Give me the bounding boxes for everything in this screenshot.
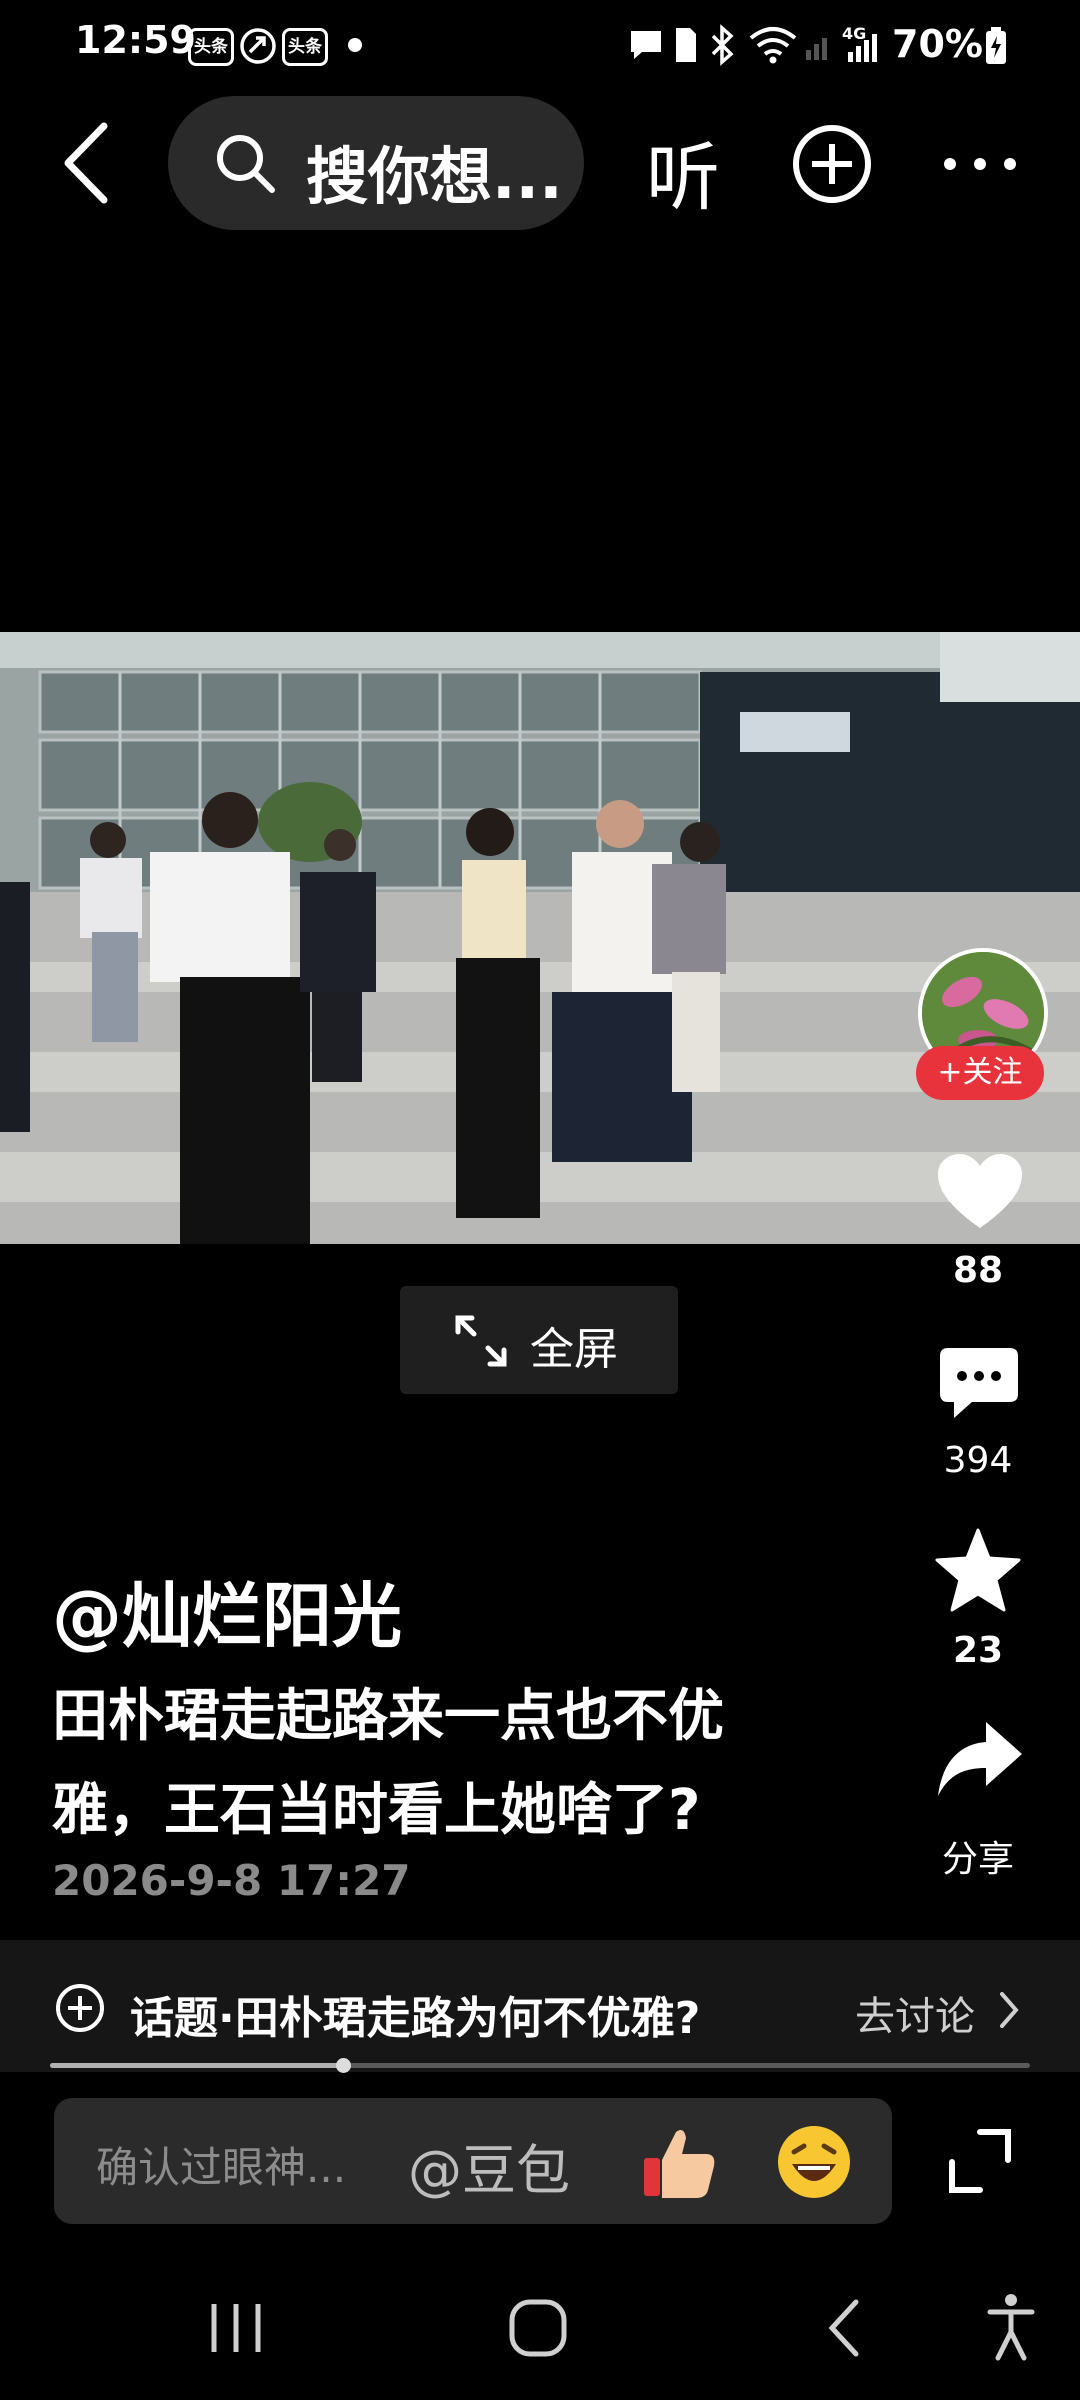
comment-count: 394 [943, 1440, 1013, 1481]
more-options-icon[interactable] [940, 152, 1020, 176]
app-notification-icon [240, 28, 276, 64]
message-icon [631, 31, 661, 59]
follow-button[interactable]: +关注 [916, 1046, 1044, 1100]
mention-doubao-button[interactable]: @豆包 [408, 2126, 570, 2205]
home-icon[interactable] [508, 2298, 568, 2358]
share-label[interactable]: 分享 [888, 1830, 1068, 1882]
share-icon[interactable] [936, 1720, 1024, 1798]
video-progress-handle[interactable] [336, 2058, 351, 2073]
favorite-star-icon[interactable] [934, 1528, 1022, 1612]
post-date: 2026-9-8 17:27 [52, 1856, 411, 1905]
battery-percentage: 70% [892, 22, 983, 66]
like-count: 88 [952, 1250, 1004, 1291]
bluetooth-icon [711, 24, 734, 66]
favorite-count: 23 [952, 1630, 1004, 1671]
expand-icon [455, 1315, 507, 1367]
topic-title[interactable]: 话题·田朴珺走路为何不优雅? [130, 1982, 700, 2046]
caption-line: 田朴珺走起路来一点也不优 [52, 1684, 724, 1749]
listen-button[interactable]: 听 [646, 118, 720, 225]
accessibility-icon[interactable] [986, 2292, 1036, 2362]
search-placeholder: 搜你想... [306, 140, 563, 213]
chevron-right-icon [1000, 1992, 1019, 2028]
video-player[interactable] [0, 632, 1080, 1244]
recent-apps-icon[interactable] [206, 2300, 266, 2356]
sim-card-icon [676, 28, 696, 62]
author-name[interactable]: @灿烂阳光 [52, 1560, 402, 1661]
signal-icon [848, 34, 877, 62]
back-nav-icon[interactable] [824, 2298, 864, 2358]
post-caption: 田朴珺走起路来一点也不优 雅，王石当时看上她啥了? [52, 1670, 852, 1858]
comment-placeholder: 确认过眼神... [96, 2143, 347, 2192]
search-icon [217, 135, 275, 193]
caption-line: 雅，王石当时看上她啥了? [52, 1778, 701, 1843]
notification-dot-icon [348, 38, 362, 52]
add-icon[interactable] [790, 122, 874, 206]
thumbs-up-emoji-icon[interactable] [640, 2124, 720, 2200]
fullscreen-label: 全屏 [530, 1324, 618, 1375]
status-time: 12:59 [75, 18, 196, 62]
like-icon[interactable] [936, 1152, 1024, 1232]
video-frame-image [0, 632, 1080, 1244]
topic-add-icon [56, 1984, 104, 2032]
wifi-icon [749, 27, 797, 64]
battery-icon [986, 27, 1006, 64]
toutiao-app-badge: 头条 [188, 28, 234, 66]
system-navigation-bar [0, 2250, 1080, 2400]
signal-secondary-icon [806, 38, 827, 60]
laughing-emoji-icon[interactable] [774, 2122, 854, 2202]
status-bar: 12:59 头条 头条 4G 70% [0, 0, 1080, 95]
back-arrow-icon[interactable] [58, 120, 112, 206]
comment-icon[interactable] [938, 1346, 1020, 1422]
video-progress-fill [50, 2063, 344, 2068]
expand-comment-icon[interactable] [946, 2126, 1016, 2196]
toutiao-app-badge: 头条 [282, 28, 328, 66]
discuss-link[interactable]: 去讨论 [855, 1984, 975, 2042]
